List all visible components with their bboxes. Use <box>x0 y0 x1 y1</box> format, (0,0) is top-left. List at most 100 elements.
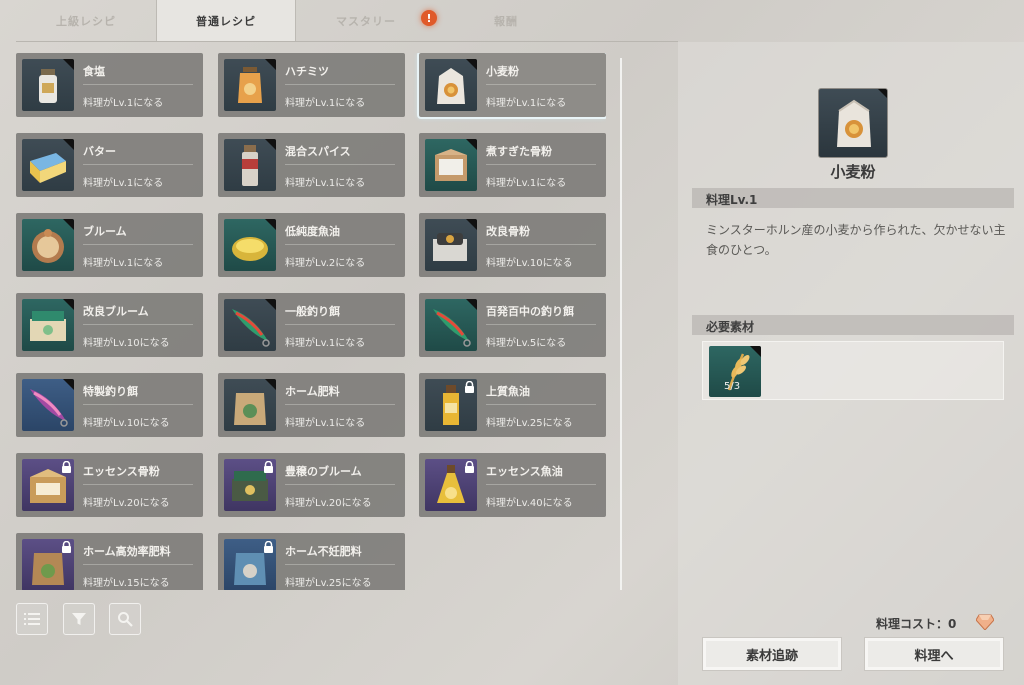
tab-normal-recipes[interactable]: 普通レシピ <box>156 0 296 42</box>
recipe-divider <box>486 84 596 85</box>
recipe-name: 煮すぎた骨粉 <box>486 145 552 158</box>
recipe-card[interactable]: 豊穣のブルーム 料理がLv.20になる <box>218 453 405 517</box>
lock-icon <box>465 381 474 393</box>
recipe-divider <box>83 484 193 485</box>
recipe-divider <box>83 324 193 325</box>
butter-icon <box>22 139 74 191</box>
recipe-card[interactable]: ホーム高効率肥料 料理がLv.15になる <box>16 533 203 590</box>
list-view-button[interactable] <box>16 603 48 635</box>
tab-mastery[interactable]: マスタリー <box>296 0 436 42</box>
recipe-requirement: 料理がLv.20になる <box>285 498 372 509</box>
recipe-name: 改良骨粉 <box>486 225 530 238</box>
recipe-card[interactable]: ハチミツ 料理がLv.1になる <box>218 53 405 117</box>
recipe-requirement: 料理がLv.1になる <box>285 338 366 349</box>
recipe-name: エッセンス骨粉 <box>83 465 160 478</box>
track-materials-button[interactable]: 素材追跡 <box>702 637 842 671</box>
recipe-name: 百発百中の釣り餌 <box>486 305 574 318</box>
recipe-name: 豊穣のブルーム <box>285 465 362 478</box>
recipe-requirement: 料理がLv.1になる <box>486 178 567 189</box>
essence-oil-flask-icon <box>425 459 477 511</box>
lock-icon <box>264 541 273 553</box>
recipe-divider <box>486 324 596 325</box>
recipe-card[interactable]: 食塩 料理がLv.1になる <box>16 53 203 117</box>
recipe-name: 低純度魚油 <box>285 225 340 238</box>
recipe-divider <box>285 164 395 165</box>
recipe-card[interactable]: 低純度魚油料理がLv.2になる <box>218 213 405 277</box>
recipe-requirement: 料理がLv.15になる <box>83 578 170 589</box>
spice-bottle-icon <box>224 139 276 191</box>
essence-bone-meal-icon <box>22 459 74 511</box>
recipe-divider <box>285 244 395 245</box>
cook-button[interactable]: 料理へ <box>864 637 1004 671</box>
honey-jar-icon <box>224 59 276 111</box>
recipe-requirement: 料理がLv.2になる <box>285 258 366 269</box>
recipe-name: 小麦粉 <box>486 65 519 78</box>
search-button[interactable] <box>109 603 141 635</box>
recipe-card[interactable]: 混合スパイス料理がLv.1になる <box>218 133 405 197</box>
recipe-requirement: 料理がLv.20になる <box>83 498 170 509</box>
recipe-requirement: 料理がLv.1になる <box>83 98 164 109</box>
special-lure-icon <box>22 379 74 431</box>
recipe-divider <box>83 404 193 405</box>
recipe-divider <box>285 324 395 325</box>
recipe-card[interactable]: ホーム不妊肥料 料理がLv.25になる <box>218 533 405 590</box>
recipe-requirement: 料理がLv.1になる <box>83 258 164 269</box>
fertilizer-sack-icon <box>224 379 276 431</box>
recipe-divider <box>83 564 193 565</box>
recipe-name: ホーム高効率肥料 <box>83 545 171 558</box>
detail-item-name: 小麦粉 <box>830 163 876 181</box>
recipe-name: 一般釣り餌 <box>285 305 340 318</box>
filter-button[interactable] <box>63 603 95 635</box>
recipe-card[interactable]: 煮すぎた骨粉料理がLv.1になる <box>419 133 606 197</box>
recipe-requirement: 料理がLv.10になる <box>83 338 170 349</box>
recipe-name: 上質魚油 <box>486 385 530 398</box>
recipe-divider <box>83 164 193 165</box>
recipe-tabs: 上級レシピ 普通レシピ マスタリー 報酬 <box>0 0 680 42</box>
lock-icon <box>465 461 474 473</box>
salt-jar-icon <box>22 59 74 111</box>
recipe-card[interactable]: 小麦粉料理がLv.1になる <box>417 53 606 119</box>
alert-badge-icon: ! <box>421 10 437 26</box>
tab-advanced-recipes[interactable]: 上級レシピ <box>16 0 156 42</box>
detail-description: ミンスターホルン産の小麦から作られた、欠かせない主食のひとつ。 <box>706 223 1006 257</box>
recipe-card[interactable]: バター 料理がLv.1になる <box>16 133 203 197</box>
recipe-divider <box>285 484 395 485</box>
recipe-requirement: 料理がLv.25になる <box>285 578 372 589</box>
fishing-lure-icon <box>224 299 276 351</box>
recipe-card[interactable]: 改良ブルーム 料理がLv.10になる <box>16 293 203 357</box>
recipe-requirement: 料理がLv.1になる <box>486 98 567 109</box>
recipe-divider <box>285 564 395 565</box>
recipe-card[interactable]: エッセンス骨粉 料理がLv.20になる <box>16 453 203 517</box>
recipe-card[interactable]: 改良骨粉 料理がLv.10になる <box>419 213 606 277</box>
recipe-card[interactable]: 百発百中の釣り餌 料理がLv.5になる <box>419 293 606 357</box>
recipe-name: 特製釣り餌 <box>83 385 138 398</box>
recipe-card[interactable]: 一般釣り餌料理がLv.1になる <box>218 293 405 357</box>
recipe-card[interactable]: ブルーム 料理がLv.1になる <box>16 213 203 277</box>
recipe-requirement: 料理がLv.1になる <box>83 178 164 189</box>
recipe-divider <box>285 84 395 85</box>
recipe-name: 混合スパイス <box>285 145 351 158</box>
recipe-card[interactable]: 上質魚油料理がLv.25になる <box>419 373 606 437</box>
recipe-name: ハチミツ <box>285 65 329 78</box>
efficient-fertilizer-icon <box>22 539 74 590</box>
recipe-requirement: 料理がLv.1になる <box>285 178 366 189</box>
recipe-divider <box>486 244 596 245</box>
recipe-divider <box>83 244 193 245</box>
recipe-card[interactable]: ホーム肥料 料理がLv.1になる <box>218 373 405 437</box>
lock-icon <box>62 541 71 553</box>
filter-icon <box>72 613 86 625</box>
flour-bag-icon <box>425 59 477 111</box>
list-icon <box>24 613 40 625</box>
search-icon <box>118 612 133 627</box>
fishing-lure-icon <box>425 299 477 351</box>
recipe-card[interactable]: エッセンス魚油 料理がLv.40になる <box>419 453 606 517</box>
recipe-requirement: 料理がLv.25になる <box>486 418 573 429</box>
recipe-scrollbar[interactable] <box>620 58 622 590</box>
recipe-grid: 食塩 料理がLv.1になる ハチミツ 料理がLv.1になる 小麦粉 料理がLv.1になるバ… <box>16 53 606 590</box>
fish-oil-bowl-icon <box>224 219 276 271</box>
tab-rewards[interactable]: 報酬 <box>436 0 576 42</box>
recipe-divider <box>486 164 596 165</box>
lock-icon <box>62 461 71 473</box>
recipe-card[interactable]: 特製釣り餌 料理がLv.10になる <box>16 373 203 437</box>
recipe-divider <box>83 84 193 85</box>
